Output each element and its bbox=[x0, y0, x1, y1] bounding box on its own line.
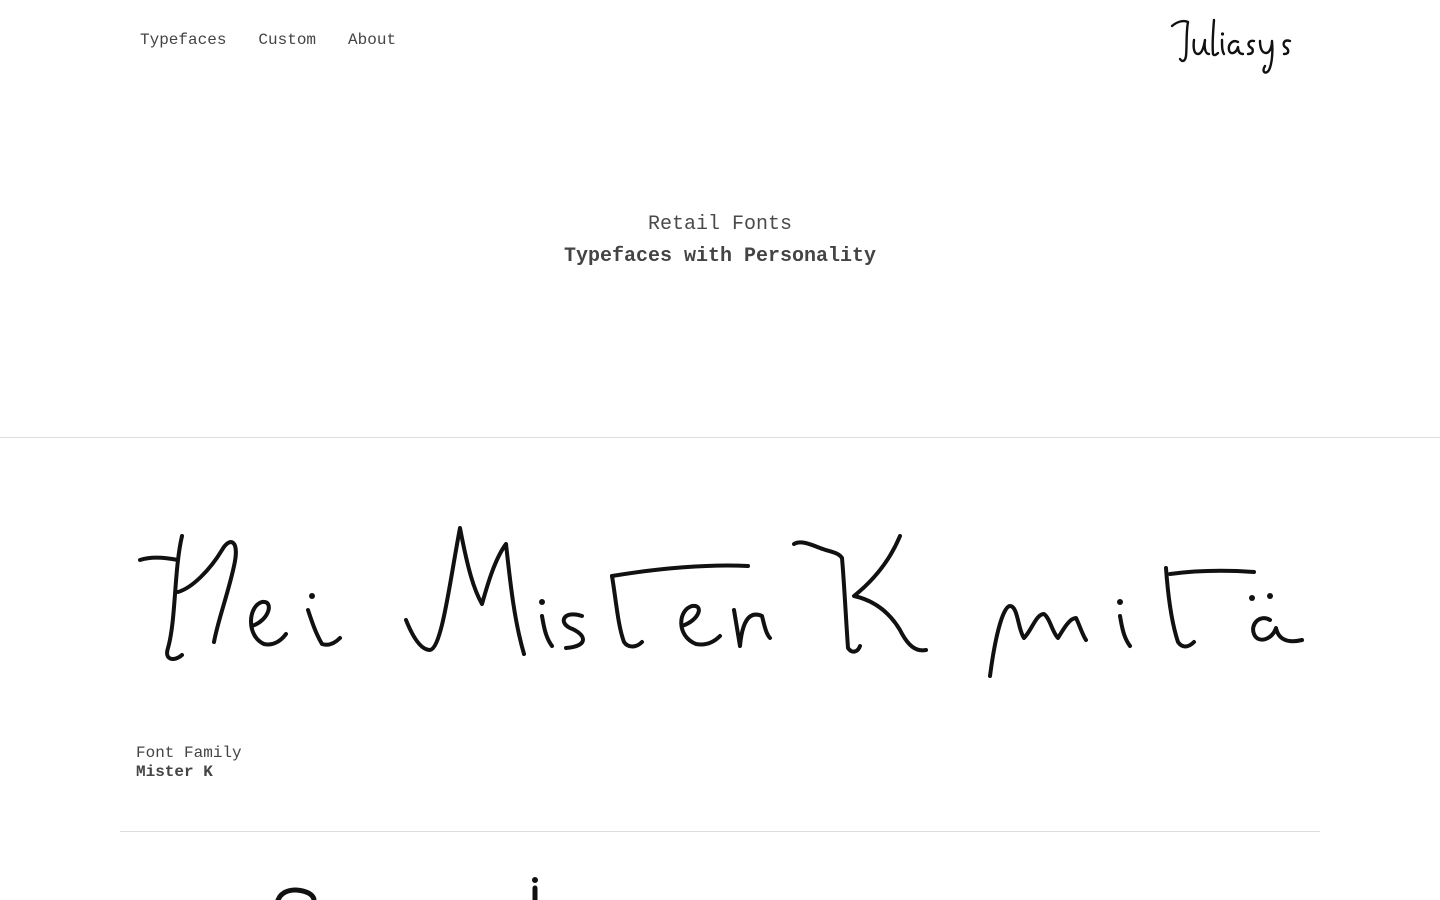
font-specimen-mister-k[interactable] bbox=[130, 510, 1315, 690]
font-family-name[interactable]: Mister K bbox=[136, 763, 242, 782]
next-specimen-handwriting bbox=[275, 877, 538, 900]
specimen-divider bbox=[120, 831, 1320, 832]
hero-kicker: Retail Fonts bbox=[647, 213, 793, 236]
nav-typefaces[interactable]: Typefaces bbox=[140, 30, 226, 50]
site-logo[interactable] bbox=[1166, 12, 1300, 78]
font-family-meta: Font Family Mister K bbox=[136, 744, 242, 782]
handwritten-logo-icon bbox=[1170, 18, 1292, 74]
hero-title: Typefaces with Personality bbox=[563, 245, 877, 268]
nav-custom[interactable]: Custom bbox=[258, 30, 316, 50]
specimen-handwriting bbox=[138, 526, 1304, 678]
hero-section: Retail Fonts Typefaces with Personality bbox=[0, 212, 1440, 270]
main-nav: Typefaces Custom About bbox=[140, 30, 396, 50]
next-font-specimen[interactable] bbox=[130, 870, 730, 900]
nav-about[interactable]: About bbox=[348, 30, 396, 50]
font-family-label: Font Family bbox=[136, 744, 242, 762]
section-divider bbox=[0, 437, 1440, 438]
